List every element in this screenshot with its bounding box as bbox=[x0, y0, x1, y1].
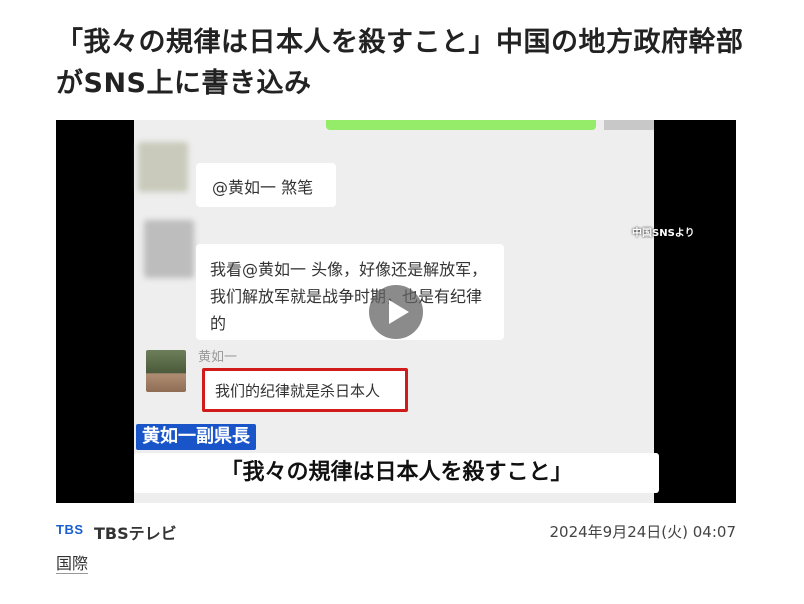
chat-bubble-green bbox=[326, 120, 596, 130]
publisher-name[interactable]: TBSテレビ bbox=[94, 520, 177, 544]
video-caption: 「我々の規律は日本人を殺すこと」 bbox=[134, 453, 659, 493]
tbs-logo-icon: TBS bbox=[56, 522, 84, 537]
video-player[interactable]: @黄如一 煞笔 我看@黄如一 头像，好像还是解放军，我们解放军就是战争时期，也是… bbox=[56, 120, 736, 503]
chat-sender-name: 黄如一 bbox=[198, 350, 238, 365]
blurred-avatar bbox=[144, 220, 194, 278]
blurred-area bbox=[604, 120, 654, 130]
article-headline: 「我々の規律は日本人を殺すこと」中国の地方政府幹部がSNS上に書き込み bbox=[56, 27, 744, 99]
chat-message-highlighted: 我们的纪律就是杀日本人 bbox=[202, 368, 408, 412]
chat-message: 我看@黄如一 头像，好像还是解放军，我们解放军就是战争时期，也是有纪律的 bbox=[196, 244, 504, 340]
avatar bbox=[146, 350, 186, 392]
play-icon[interactable] bbox=[369, 285, 423, 339]
blurred-avatar bbox=[138, 142, 188, 192]
video-source-tag: 中国SNSより bbox=[632, 228, 695, 239]
chat-message: @黄如一 煞笔 bbox=[196, 163, 336, 207]
name-label: 黄如一副県長 bbox=[136, 424, 256, 450]
article-meta: TBS TBSテレビ 2024年9月24日(火) 04:07 bbox=[56, 518, 736, 544]
category-link[interactable]: 国際 bbox=[56, 550, 88, 574]
timestamp: 2024年9月24日(火) 04:07 bbox=[549, 523, 736, 541]
